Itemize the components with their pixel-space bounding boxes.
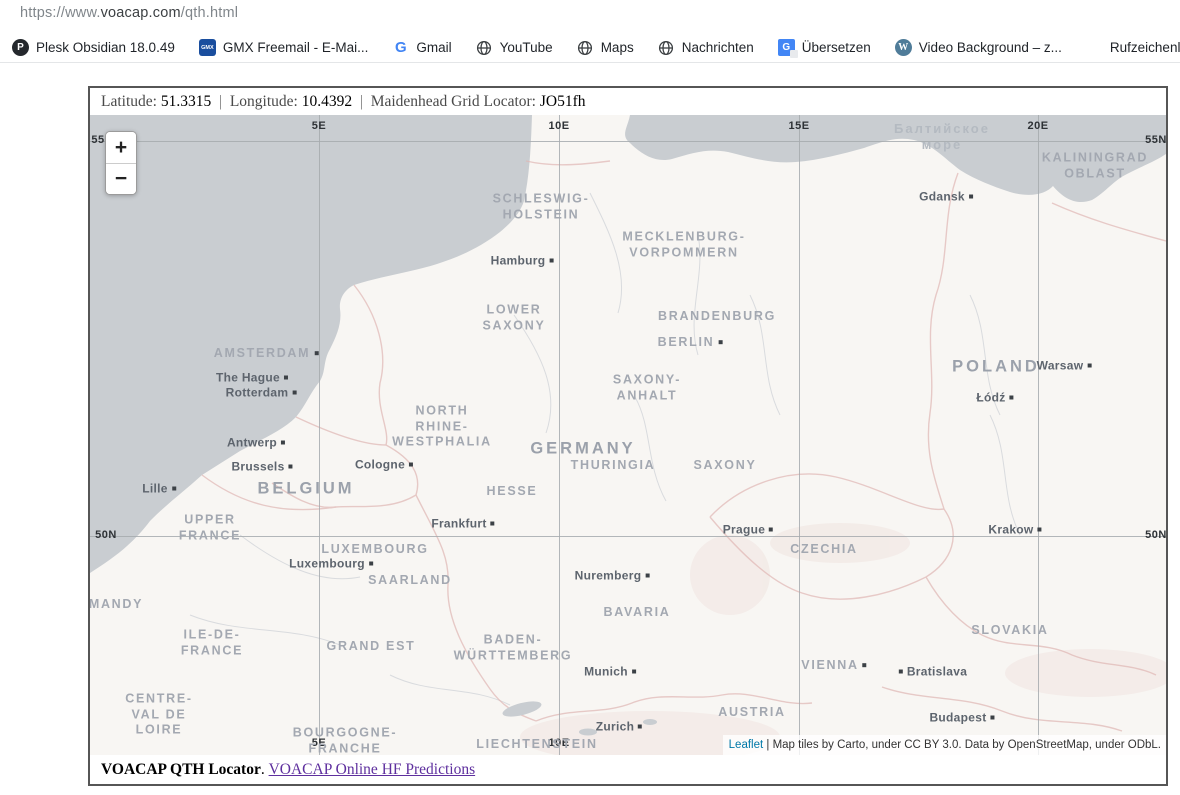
bookmark-label: GMX Freemail - E-Mai...: [223, 40, 369, 55]
bookmark-label: Nachrichten: [682, 40, 754, 55]
gridline-vertical: [559, 115, 560, 755]
gmx-icon: GMX: [199, 39, 216, 56]
page-footer: VOACAP QTH Locator. VOACAP Online HF Pre…: [90, 755, 1166, 784]
bookmarks-bar: P Plesk Obsidian 18.0.49 GMX GMX Freemail -…: [0, 33, 1180, 63]
url-path: /qth.html: [181, 5, 238, 21]
gmail-icon: G: [392, 39, 409, 56]
bookmark-label: Video Background – z...: [919, 40, 1062, 55]
attribution-text: | Map tiles by Carto, under CC BY 3.0. D…: [763, 739, 1161, 751]
bookmark-label: Rufzeichenliste_AFU.p...: [1110, 40, 1180, 55]
grid-locator-value: JO51fh: [540, 93, 586, 111]
address-bar[interactable]: https://www.voacap.com/qth.html: [20, 5, 238, 21]
latitude-value: 51.3315: [161, 93, 211, 111]
gridline-vertical: [319, 115, 320, 755]
bookmark-item[interactable]: G Gmail: [380, 33, 463, 62]
globe-icon: [476, 39, 493, 56]
globe-icon: [577, 39, 594, 56]
plesk-icon: P: [12, 39, 29, 56]
bookmark-item[interactable]: Rufzeichenliste_AFU.p...: [1074, 33, 1180, 62]
gridline-vertical: [799, 115, 800, 755]
translate-icon: G: [778, 39, 795, 56]
map-attribution: Leaflet | Map tiles by Carto, under CC B…: [723, 735, 1166, 755]
url-host: voacap.com: [101, 5, 181, 21]
gridline-horizontal: [90, 141, 1166, 142]
longitude-label: Longitude:: [230, 93, 302, 111]
gridline-horizontal: [90, 536, 1166, 537]
blank-icon: [1086, 39, 1103, 56]
bookmark-item[interactable]: Maps: [565, 33, 646, 62]
latitude-label: Latitude:: [101, 93, 161, 111]
leaflet-link[interactable]: Leaflet: [729, 739, 764, 751]
globe-icon: [658, 39, 675, 56]
longitude-value: 10.4392: [302, 93, 352, 111]
bookmark-item[interactable]: GMX GMX Freemail - E-Mai...: [187, 33, 381, 62]
bookmark-item[interactable]: W Video Background – z...: [883, 33, 1074, 62]
gridline-vertical: [1038, 115, 1039, 755]
bookmark-item[interactable]: Nachrichten: [646, 33, 766, 62]
leaflet-map[interactable]: 5E10E15E20E5555N50N50N5E10EБалтийское мо…: [90, 115, 1166, 755]
zoom-out-button[interactable]: −: [106, 163, 136, 194]
bookmark-label: Gmail: [416, 40, 451, 55]
bookmark-label: Maps: [601, 40, 634, 55]
map-tiles: [90, 115, 1166, 755]
bookmark-item[interactable]: G Übersetzen: [766, 33, 883, 62]
hf-predictions-link[interactable]: VOACAP Online HF Predictions: [269, 761, 476, 779]
footer-title: VOACAP QTH Locator: [101, 761, 261, 779]
zoom-control: + −: [105, 131, 137, 195]
grid-locator-label: Maidenhead Grid Locator:: [371, 93, 540, 111]
bookmark-label: Plesk Obsidian 18.0.49: [36, 40, 175, 55]
url-scheme: https://www.: [20, 5, 101, 21]
bookmark-label: YouTube: [500, 40, 553, 55]
coordinates-header: Latitude: 51.3315 | Longitude: 10.4392 |…: [90, 88, 1166, 115]
zoom-in-button[interactable]: +: [106, 132, 136, 163]
bookmark-label: Übersetzen: [802, 40, 871, 55]
bookmark-item[interactable]: P Plesk Obsidian 18.0.49: [0, 33, 187, 62]
wordpress-icon: W: [895, 39, 912, 56]
bookmark-item[interactable]: YouTube: [464, 33, 565, 62]
qth-panel: Latitude: 51.3315 | Longitude: 10.4392 |…: [88, 86, 1168, 786]
land-shape: [90, 115, 1166, 755]
